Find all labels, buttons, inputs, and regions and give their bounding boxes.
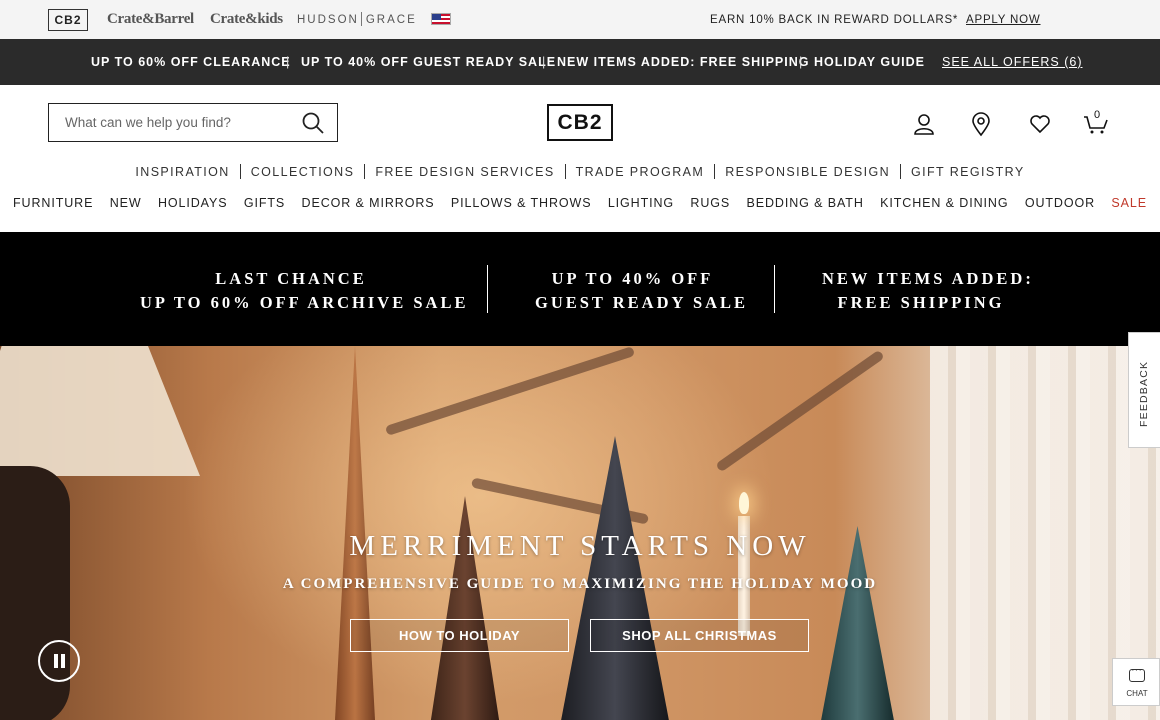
chat-button[interactable]: CHAT: [1112, 658, 1160, 706]
nav-divider: [714, 164, 716, 179]
nav-divider: [239, 164, 241, 179]
promo-divider: |: [286, 55, 291, 69]
nav-free-design-services[interactable]: FREE DESIGN SERVICES: [375, 165, 554, 179]
search-box: [48, 103, 338, 142]
see-all-offers-link[interactable]: SEE ALL OFFERS (6): [942, 55, 1083, 69]
nav-inspiration[interactable]: INSPIRATION: [135, 165, 229, 179]
feedback-label: FEEDBACK: [1138, 360, 1150, 427]
hudson-divider: [360, 12, 362, 26]
nav-gifts[interactable]: GIFTS: [244, 196, 285, 210]
nav-sale[interactable]: SALE: [1111, 196, 1147, 210]
promo-new-items-link[interactable]: NEW ITEMS ADDED: FREE SHIPPING: [557, 55, 809, 69]
shop-all-christmas-button[interactable]: SHOP ALL CHRISTMAS: [590, 619, 809, 652]
secondary-nav: INSPIRATION COLLECTIONS FREE DESIGN SERVIC…: [0, 164, 1160, 180]
nav-outdoor[interactable]: OUTDOOR: [1025, 196, 1095, 210]
cb2-logo[interactable]: CB2: [547, 104, 613, 141]
hudson-grace-brand-link[interactable]: HUDSON GRACE: [297, 12, 417, 26]
banner-line: LAST CHANCE: [215, 269, 367, 288]
chat-label: CHAT: [1126, 689, 1148, 698]
hero-banner[interactable]: MERRIMENT STARTS NOW A COMPREHENSIVE GUI…: [0, 346, 1160, 720]
banner-line: NEW ITEMS ADDED:: [822, 269, 1034, 288]
search-icon[interactable]: [301, 111, 325, 135]
promo-divider: |: [799, 55, 804, 69]
feedback-tab[interactable]: FEEDBACK: [1128, 332, 1160, 448]
banner-divider: [487, 265, 488, 313]
nav-pillows-throws[interactable]: PILLOWS & THROWS: [451, 196, 592, 210]
brand-bar: CB2 Crate&Barrel Crate&kids HUDSON GRACE …: [0, 0, 1160, 39]
account-icon[interactable]: [911, 111, 937, 137]
banner-free-shipping-link[interactable]: NEW ITEMS ADDED: FREE SHIPPING: [822, 267, 1034, 315]
nav-kitchen-dining[interactable]: KITCHEN & DINING: [880, 196, 1008, 210]
nav-divider: [900, 164, 902, 179]
cb2-brand-link[interactable]: CB2: [48, 9, 88, 31]
promo-divider: |: [542, 55, 547, 69]
banner-line: UP TO 40% OFF: [551, 269, 714, 288]
apply-now-link[interactable]: APPLY NOW: [966, 14, 1041, 26]
nav-divider: [364, 164, 366, 179]
chat-bubble-icon: [1129, 664, 1145, 682]
hero-subline: A COMPREHENSIVE GUIDE TO MAXIMIZING THE …: [282, 576, 878, 592]
hero-candle-flame: [739, 492, 749, 514]
primary-nav: FURNITURE NEW HOLIDAYS GIFTS DECOR & MIR…: [0, 196, 1160, 210]
promo-banner: LAST CHANCE UP TO 60% OFF ARCHIVE SALE U…: [0, 232, 1160, 346]
banner-line: FREE SHIPPING: [837, 293, 1005, 312]
store-locator-icon[interactable]: [968, 111, 994, 137]
grace-text: GRACE: [365, 14, 417, 26]
hero-headline: MERRIMENT STARTS NOW: [349, 530, 811, 562]
banner-archive-sale-link[interactable]: LAST CHANCE UP TO 60% OFF ARCHIVE SALE: [140, 267, 469, 315]
banner-divider: [774, 265, 775, 313]
nav-trade-program[interactable]: TRADE PROGRAM: [576, 165, 705, 179]
hero-lamp-shade: [0, 346, 200, 476]
promo-holiday-guide-link[interactable]: HOLIDAY GUIDE: [814, 55, 925, 69]
nav-bedding-bath[interactable]: BEDDING & BATH: [747, 196, 864, 210]
search-input[interactable]: [49, 104, 289, 140]
crate-kids-brand-link[interactable]: Crate&kids: [210, 11, 283, 28]
pause-icon[interactable]: [38, 640, 80, 682]
how-to-holiday-button[interactable]: HOW TO HOLIDAY: [350, 619, 569, 652]
banner-guest-ready-link[interactable]: UP TO 40% OFF GUEST READY SALE: [535, 267, 749, 315]
nav-decor-mirrors[interactable]: DECOR & MIRRORS: [302, 196, 435, 210]
promo-strip: UP TO 60% OFF CLEARANCE | UP TO 40% OFF …: [0, 39, 1160, 85]
promo-clearance-link[interactable]: UP TO 60% OFF CLEARANCE: [91, 55, 291, 69]
crate-barrel-brand-link[interactable]: Crate&Barrel: [107, 11, 194, 28]
favorites-icon[interactable]: [1027, 111, 1053, 137]
us-flag-icon[interactable]: [431, 13, 451, 25]
nav-holidays[interactable]: HOLIDAYS: [158, 196, 228, 210]
nav-responsible-design[interactable]: RESPONSIBLE DESIGN: [725, 165, 890, 179]
nav-lighting[interactable]: LIGHTING: [608, 196, 674, 210]
nav-rugs[interactable]: RUGS: [690, 196, 730, 210]
banner-line: GUEST READY SALE: [535, 293, 749, 312]
reward-text: EARN 10% BACK IN REWARD DOLLARS*: [710, 14, 959, 26]
nav-divider: [564, 164, 566, 179]
nav-furniture[interactable]: FURNITURE: [13, 196, 93, 210]
nav-gift-registry[interactable]: GIFT REGISTRY: [911, 165, 1025, 179]
hudson-text: HUDSON: [297, 14, 359, 26]
nav-new[interactable]: NEW: [110, 196, 142, 210]
banner-line: UP TO 60% OFF ARCHIVE SALE: [140, 293, 469, 312]
nav-collections[interactable]: COLLECTIONS: [251, 165, 355, 179]
promo-guest-ready-link[interactable]: UP TO 40% OFF GUEST READY SALE: [301, 55, 556, 69]
cart-count: 0: [1094, 109, 1101, 121]
